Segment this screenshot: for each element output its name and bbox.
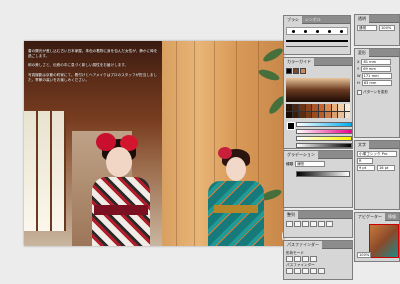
align-right-icon[interactable] [302,221,309,227]
brush-strip[interactable] [286,27,348,35]
wood-plank [194,41,195,246]
tab-pathfinder[interactable]: パスファインダー [284,241,322,249]
paragraph: 写真撮影は京都の町家にて。着付けとヘアメイクはプロのスタッフが担当しました。季節… [28,72,158,82]
leading-field[interactable]: 16 pt [377,165,395,171]
align-bottom-icon[interactable] [326,221,333,227]
outline-icon[interactable] [318,268,325,274]
cmyk-sliders [296,122,352,148]
hair-flower [218,147,232,159]
color-toolbar [286,68,350,74]
cyan-slider[interactable] [296,122,352,127]
kimono-woman-red [84,133,156,246]
bamboo-leaf [261,46,284,64]
body-text-frame[interactable]: 春の陽光が差し込む古い日本家屋。朱色の着物に身を包んだ女性が、静かに時を過ごしま… [28,49,160,87]
face [106,147,132,177]
align-center-icon[interactable] [294,221,301,227]
fill-stroke-icon[interactable] [287,122,295,130]
gradient-panel: グラデーション 種類 線形 [283,150,353,208]
pathfinder-panel: パスファインダー 形状モード パスファインダー [283,240,353,280]
tab-character[interactable]: 文字 [355,141,369,149]
tab-navigator[interactable]: ナビゲーター [355,213,385,221]
color-variations-grid[interactable] [286,104,350,118]
obi [214,205,258,213]
base-color-swatch[interactable] [286,68,292,74]
brush-stroke-preview[interactable] [286,46,348,47]
color-guide-spectrum[interactable] [286,78,350,102]
brush-stroke-preview[interactable] [286,40,348,42]
tab-symbol[interactable]: シンボル [302,16,324,24]
tab-align[interactable]: 整列 [284,211,298,219]
wood-plank [176,41,177,246]
blend-mode-select[interactable]: 通常 [357,25,377,31]
intersect-icon[interactable] [302,256,309,262]
magenta-slider[interactable] [296,129,352,134]
paragraph: 和の美しさと、伝統の中に息づく新しい感性をお届けします。 [28,63,129,68]
height-field[interactable]: 83 mm [361,80,392,86]
align-middle-icon[interactable] [318,221,325,227]
kimono [208,181,264,246]
align-panel: 整列 [283,210,353,238]
black-slider[interactable] [296,143,352,148]
gradient-type-label: 種類 [286,161,294,166]
opacity-field[interactable]: 100% [379,25,395,31]
width-field[interactable]: 171 mm [361,73,392,79]
tab-info[interactable]: 情報 [385,213,399,221]
shoji-window [24,111,66,231]
bamboo-leaf [257,67,281,83]
harmony-swatch[interactable] [300,68,306,74]
x-field[interactable]: 81 mm [361,59,392,65]
minus-front-icon[interactable] [294,256,301,262]
transparency-panel: 透明 通常 100% [354,14,400,46]
transform-panel: 変形 X 81 mm Y 69 mm W 171 mm H 83 mm パターンを変形 [354,48,400,138]
brush-dot[interactable] [339,29,343,33]
character-panel: 文字 小塚ゴシック Pro R 9 pt 16 pt [354,140,400,210]
crop-icon[interactable] [310,268,317,274]
tab-color-guide[interactable]: カラーガイド [284,58,314,66]
transform-pattern-label: パターンを変形 [363,89,388,94]
illustrator-workspace: 春の陽光が差し込む古い日本家屋。朱色の着物に身を包んだ女性が、静かに時を過ごしま… [0,0,400,284]
brush-panel: ブラシ シンボル [283,15,351,55]
tab-brush[interactable]: ブラシ [284,16,302,24]
gradient-type-select[interactable]: 線形 [295,161,326,167]
font-size-field[interactable]: 9 pt [357,165,375,171]
gradient-slider[interactable] [296,171,350,177]
divide-icon[interactable] [286,268,293,274]
obi [94,205,148,215]
font-style-select[interactable]: R [357,158,373,164]
brush-dot[interactable] [291,29,295,33]
kimono-woman-teal [204,147,268,246]
tab-transparency[interactable]: 透明 [355,15,369,23]
font-family-select[interactable]: 小塚ゴシック Pro [357,151,397,157]
face [226,157,246,181]
zoom-field[interactable]: 100% [357,252,371,258]
paragraph: 春の陽光が差し込む古い日本家屋。朱色の着物に身を包んだ女性が、静かに時を過ごしま… [28,49,158,59]
harmony-swatch[interactable] [293,68,299,74]
tab-gradient[interactable]: グラデーション [284,151,318,159]
bamboo-leaf [266,94,284,116]
align-top-icon[interactable] [310,221,317,227]
navigator-panel: ナビゲーター 情報 100% [354,212,400,262]
unite-icon[interactable] [286,256,293,262]
brush-dot[interactable] [303,29,307,33]
tab-transform[interactable]: 変形 [355,49,369,57]
yellow-slider[interactable] [296,136,352,141]
align-left-icon[interactable] [286,221,293,227]
merge-icon[interactable] [302,268,309,274]
checkbox-icon[interactable] [357,89,362,95]
y-field[interactable]: 69 mm [361,66,392,72]
color-guide-panel: カラーガイド [283,57,353,149]
brush-dot[interactable] [327,29,331,33]
exclude-icon[interactable] [310,256,317,262]
trim-icon[interactable] [294,268,301,274]
navigator-thumbnail[interactable] [369,224,399,258]
brush-dot[interactable] [315,29,319,33]
artboard[interactable]: 春の陽光が差し込む古い日本家屋。朱色の着物に身を包んだ女性が、静かに時を過ごしま… [24,41,284,246]
